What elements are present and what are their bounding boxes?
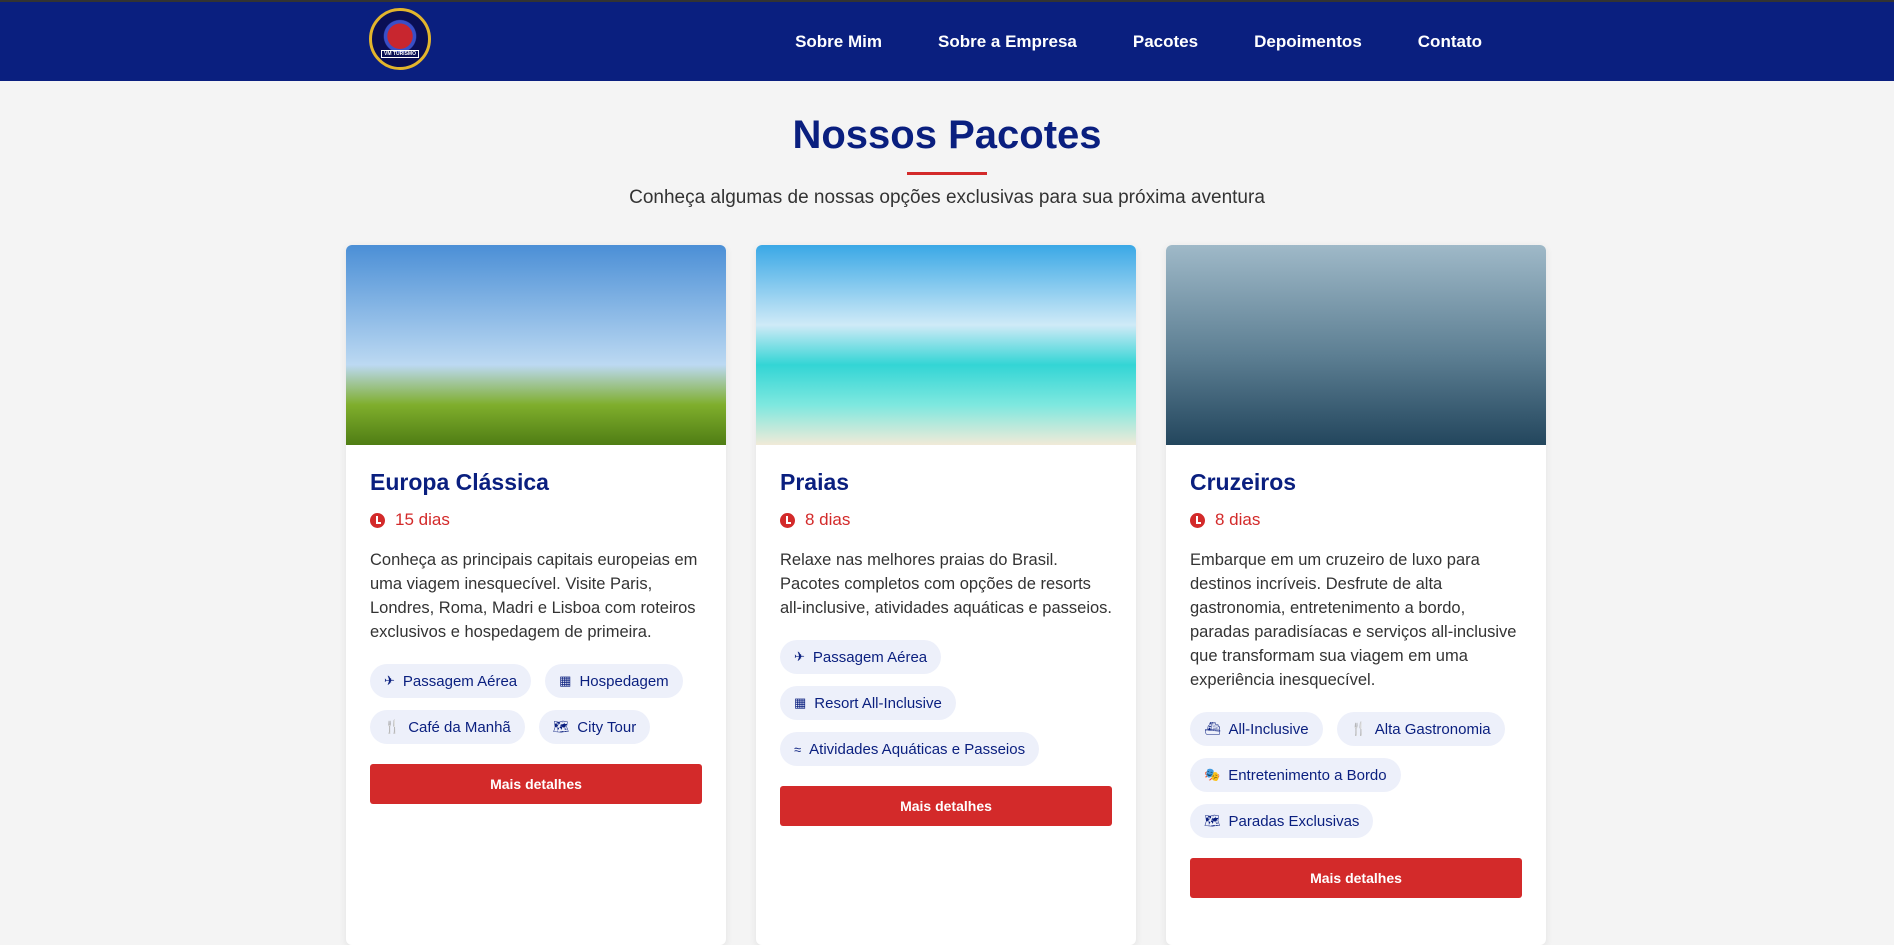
feature-tags: ⛴ All-Inclusive 🍴 Alta Gastronomia 🎭 Entreten… (1190, 712, 1522, 838)
package-card: Europa Clássica 15 dias Conheça as princ… (346, 245, 726, 945)
section-title: Nossos Pacotes (792, 113, 1102, 157)
title-underline (907, 172, 987, 175)
logo[interactable]: VM TURISMO (369, 8, 431, 70)
feature-icon: 🍴 (1350, 721, 1367, 736)
package-image (756, 245, 1136, 445)
feature-label: Resort All-Inclusive (814, 694, 942, 712)
feature-tag: ▦ Hospedagem (545, 664, 683, 698)
feature-icon: ⛴ (1204, 721, 1221, 736)
package-card: Cruzeiros 8 dias Embarque em um cruzeiro… (1166, 245, 1546, 945)
feature-label: City Tour (577, 718, 637, 736)
feature-label: Café da Manhã (408, 718, 511, 736)
clock-icon (780, 512, 795, 528)
feature-icon: ≈ (794, 741, 802, 757)
nav-contato[interactable]: Contato (1418, 32, 1482, 52)
feature-icon: ✈ (384, 673, 395, 688)
feature-label: Passagem Aérea (812, 648, 928, 666)
feature-tag: 🗺 Paradas Exclusivas (1190, 804, 1374, 838)
package-title: Europa Clássica (370, 469, 549, 495)
package-title: Praias (780, 469, 850, 495)
feature-tag: 🗺 City Tour (538, 710, 651, 744)
feature-icon: ✈ (794, 649, 805, 664)
nav-sobre-empresa[interactable]: Sobre a Empresa (938, 32, 1077, 52)
feature-tag: ⛴ All-Inclusive (1190, 712, 1323, 746)
feature-tag: 🍴 Alta Gastronomia (1336, 712, 1505, 746)
feature-tag: ≈ Atividades Aquáticas e Passeios (780, 732, 1040, 766)
feature-label: Atividades Aquáticas e Passeios (809, 740, 1026, 758)
feature-icon: 🍴 (384, 719, 401, 734)
nav-sobre-mim[interactable]: Sobre Mim (795, 32, 882, 52)
package-duration: 15 dias (370, 510, 702, 530)
package-image (346, 245, 726, 445)
package-cards: Europa Clássica 15 dias Conheça as princ… (346, 245, 1546, 945)
feature-icon: 🎭 (1204, 767, 1221, 782)
package-description: Embarque em um cruzeiro de luxo para des… (1190, 551, 1517, 689)
feature-tag: ▦ Resort All-Inclusive (780, 686, 956, 720)
feature-label: Passagem Aérea (402, 672, 518, 690)
nav-pacotes[interactable]: Pacotes (1133, 32, 1198, 52)
feature-tags: ✈ Passagem Aérea ▦ Hospedagem 🍴 Café da Manhã… (370, 664, 702, 744)
feature-label: Paradas Exclusivas (1228, 812, 1360, 830)
logo-text: VM TURISMO (381, 50, 419, 58)
site-header: VM TURISMO Sobre Mim Sobre a Empresa Pac… (0, 0, 1894, 81)
feature-label: Entretenimento a Bordo (1228, 766, 1387, 784)
feature-tag: ✈ Passagem Aérea (780, 640, 942, 674)
section-subtitle: Conheça algumas de nossas opções exclusi… (629, 187, 1265, 208)
details-button[interactable]: Mais detalhes (370, 764, 702, 804)
feature-tag: 🎭 Entretenimento a Bordo (1190, 758, 1401, 792)
feature-icon: ▦ (794, 695, 807, 710)
feature-label: Hospedagem (579, 672, 669, 690)
package-description: Conheça as principais capitais europeias… (370, 551, 698, 641)
feature-label: Alta Gastronomia (1374, 720, 1491, 738)
package-duration: 8 dias (780, 510, 1112, 530)
feature-icon: 🗺 (552, 719, 570, 734)
package-duration: 8 dias (1190, 510, 1522, 530)
feature-label: All-Inclusive (1228, 720, 1309, 738)
duration-text: 8 dias (805, 510, 851, 529)
feature-icon: 🗺 (1204, 813, 1221, 828)
clock-icon (370, 512, 385, 528)
package-card: Praias 8 dias Relaxe nas melhores praias… (756, 245, 1136, 945)
package-description: Relaxe nas melhores praias do Brasil. Pa… (780, 551, 1113, 617)
feature-icon: ▦ (559, 673, 572, 688)
feature-tag: 🍴 Café da Manhã (370, 710, 525, 744)
package-image (1166, 245, 1546, 445)
feature-tag: ✈ Passagem Aérea (370, 664, 532, 698)
main-nav: Sobre Mim Sobre a Empresa Pacotes Depoim… (795, 2, 1482, 81)
duration-text: 8 dias (1215, 510, 1261, 529)
details-button[interactable]: Mais detalhes (780, 786, 1112, 826)
clock-icon (1190, 512, 1205, 528)
duration-text: 15 dias (395, 510, 450, 529)
package-title: Cruzeiros (1190, 469, 1297, 495)
details-button[interactable]: Mais detalhes (1190, 858, 1522, 898)
nav-depoimentos[interactable]: Depoimentos (1254, 32, 1362, 52)
feature-tags: ✈ Passagem Aérea ▦ Resort All-Inclusive ≈ Ati… (780, 640, 1112, 766)
